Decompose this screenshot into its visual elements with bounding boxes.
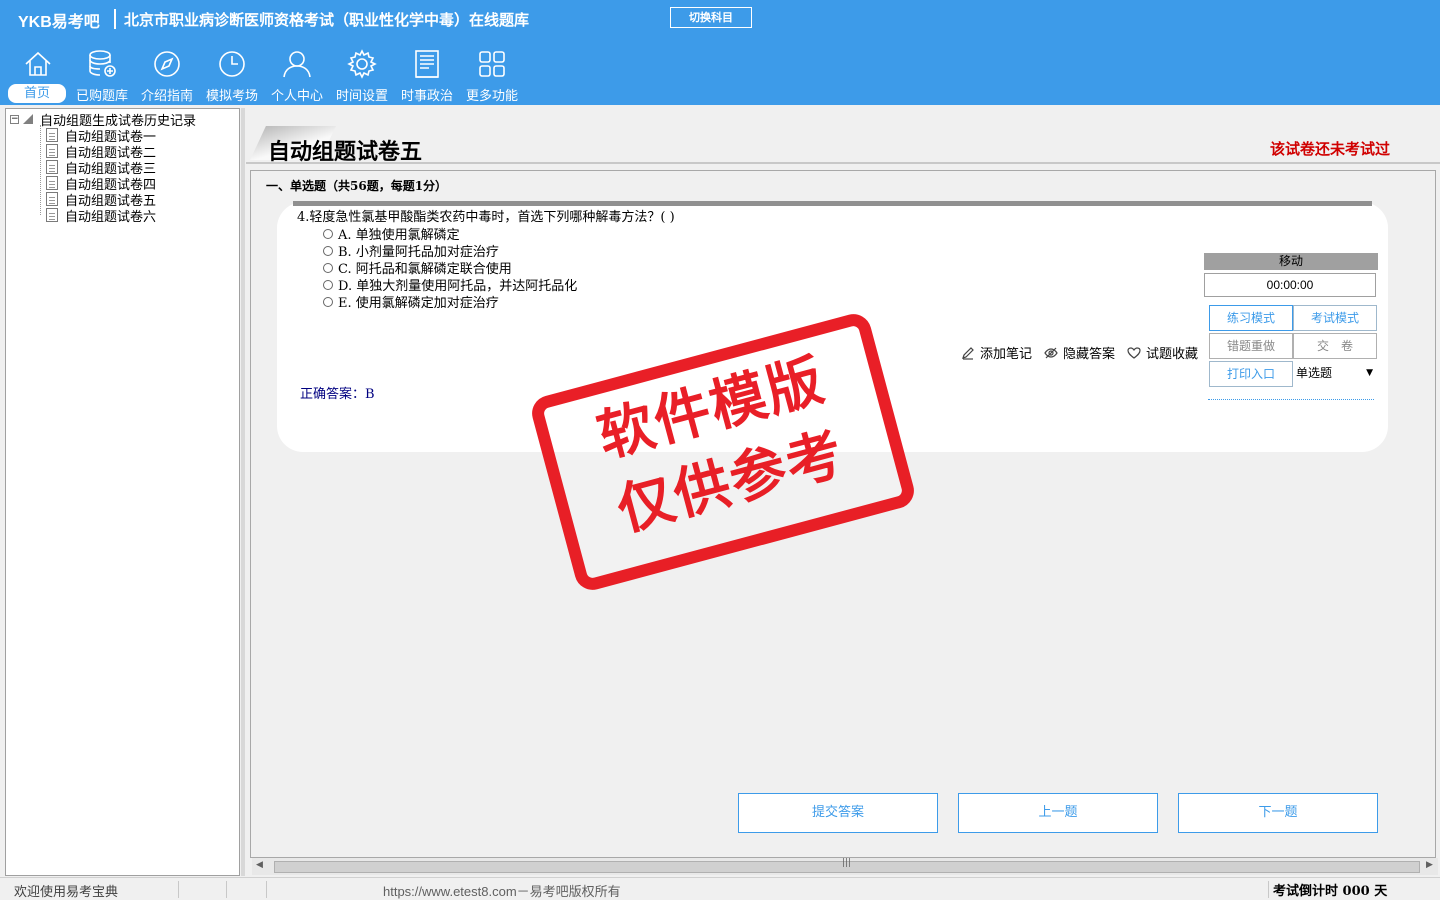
nav-purchased[interactable]: 已购题库: [70, 44, 134, 104]
section-heading: 一、单选题（共56题，每题1分）: [266, 179, 448, 193]
document-selected-icon: [46, 192, 58, 206]
nav-mock-exam[interactable]: 模拟考场: [200, 44, 264, 104]
copyright-text: https://www.etest8.com－易考吧版权所有: [383, 884, 621, 899]
status-divider: [226, 881, 227, 898]
scroll-left-icon[interactable]: ◀: [256, 860, 263, 870]
panel-splitter[interactable]: [241, 108, 245, 876]
add-note-label: 添加笔记: [980, 347, 1033, 362]
nav-purchased-label: 已购题库: [75, 89, 128, 104]
timer-display: 00:00:00: [1204, 273, 1376, 297]
nav-home[interactable]: 首页: [6, 44, 70, 104]
hide-answer-button[interactable]: 隐藏答案: [1044, 343, 1115, 362]
welcome-text: 欢迎使用易考宝典: [14, 885, 119, 900]
redo-wrong-button[interactable]: 错题重做: [1209, 333, 1293, 359]
status-divider: [178, 881, 179, 898]
chevron-down-icon: ▼: [1366, 368, 1373, 378]
user-icon: [283, 51, 311, 78]
control-panel: 移动 00:00:00 练习模式 考试模式 错题重做 交 卷 打印入口 单选题 …: [1204, 253, 1378, 405]
radio-button[interactable]: [323, 245, 333, 256]
exam-status-text: 该试卷还未考试过: [1270, 140, 1391, 158]
panel-drag-handle[interactable]: 移动: [1204, 253, 1378, 270]
nav-mock-exam-label: 模拟考场: [205, 89, 258, 104]
status-divider: [1268, 881, 1269, 898]
title-divider-line: [246, 162, 1440, 164]
scrollbar-grip-icon: |||: [842, 858, 852, 868]
collapse-icon[interactable]: −: [10, 114, 19, 124]
panel-scroll-indicator[interactable]: [1208, 399, 1374, 400]
radio-button[interactable]: [323, 228, 333, 239]
nav-time-settings-label: 时间设置: [335, 89, 388, 104]
title-divider: [114, 9, 116, 29]
nav-time-settings[interactable]: 时间设置: [330, 44, 394, 104]
clock-icon: [219, 51, 245, 77]
print-button[interactable]: 打印入口: [1209, 361, 1293, 387]
radio-button[interactable]: [323, 279, 333, 290]
submit-paper-button[interactable]: 交 卷: [1293, 333, 1377, 359]
tree-connector: [40, 125, 41, 215]
practice-mode-button[interactable]: 练习模式: [1209, 305, 1293, 331]
document-icon: [46, 176, 58, 190]
exam-mode-button[interactable]: 考试模式: [1293, 305, 1377, 331]
status-divider: [266, 881, 267, 898]
paper-history-tree: − 自动组题生成试卷历史记录 自动组题试卷一 自动组题试卷二 自动组题试卷三 自…: [5, 108, 240, 876]
hide-answer-label: 隐藏答案: [1063, 347, 1116, 362]
prev-question-button[interactable]: 上一题: [958, 793, 1158, 833]
home-icon: [25, 51, 51, 76]
document-icon: [46, 128, 58, 142]
radio-button[interactable]: [323, 262, 333, 273]
compass-icon: [154, 51, 180, 77]
eye-hidden-icon: [1044, 347, 1058, 358]
nav-profile[interactable]: 个人中心: [265, 44, 329, 104]
scroll-right-icon[interactable]: ▶: [1426, 860, 1433, 870]
app-header: YKB易考吧 北京市职业病诊断医师资格考试（职业性化学中毒）在线题库 切换科目 …: [0, 0, 1440, 105]
newspaper-icon: [415, 50, 439, 78]
question-text: 4.轻度急性氯基甲酸酯类农药中毒时，首选下列哪种解毒方法？( ): [297, 210, 675, 225]
grid-icon: [479, 51, 505, 77]
tree-item-label: 自动组题试卷六: [65, 209, 157, 225]
correct-answer: 正确答案：B: [300, 387, 375, 402]
app-title: 北京市职业病诊断医师资格考试（职业性化学中毒）在线题库: [124, 11, 530, 29]
nav-current-affairs[interactable]: 时事政治: [395, 44, 459, 104]
nav-guide-label: 介绍指南: [140, 89, 193, 104]
next-question-button[interactable]: 下一题: [1178, 793, 1378, 833]
document-icon: [46, 160, 58, 174]
brand-logo: YKB易考吧: [18, 14, 100, 31]
nav-more[interactable]: 更多功能: [460, 44, 524, 104]
favorite-button[interactable]: 试题收藏: [1127, 343, 1198, 362]
folder-triangle-icon: [23, 114, 33, 124]
switch-subject-button[interactable]: 切换科目: [670, 7, 752, 28]
document-icon: [46, 144, 58, 158]
question-type-value: 单选题: [1296, 366, 1333, 380]
document-icon: [46, 208, 58, 222]
question-type-select[interactable]: 单选题 ▼: [1293, 361, 1377, 387]
nav-home-label: 首页: [8, 84, 66, 103]
tree-item-paper-6[interactable]: 自动组题试卷六: [46, 207, 157, 225]
nav-more-label: 更多功能: [465, 89, 518, 104]
nav-current-affairs-label: 时事政治: [400, 89, 453, 104]
nav-profile-label: 个人中心: [270, 89, 323, 104]
exam-countdown: 考试倒计时 000 天: [1273, 884, 1388, 899]
submit-answer-button[interactable]: 提交答案: [738, 793, 938, 833]
radio-button[interactable]: [323, 296, 333, 307]
option-label: E. 使用氯解磷定加对症治疗: [338, 296, 499, 311]
heart-icon: [1127, 346, 1141, 359]
gear-icon: [347, 49, 377, 79]
horizontal-scrollbar[interactable]: ◀ ||| ▶: [252, 858, 1438, 875]
database-icon: [89, 50, 116, 77]
option-e[interactable]: E. 使用氯解磷定加对症治疗: [323, 292, 499, 311]
favorite-label: 试题收藏: [1146, 347, 1199, 362]
status-bar: 欢迎使用易考宝典 https://www.etest8.com－易考吧版权所有 …: [0, 877, 1440, 900]
nav-guide[interactable]: 介绍指南: [135, 44, 199, 104]
pencil-icon: [962, 346, 974, 360]
add-note-button[interactable]: 添加笔记: [961, 343, 1032, 362]
